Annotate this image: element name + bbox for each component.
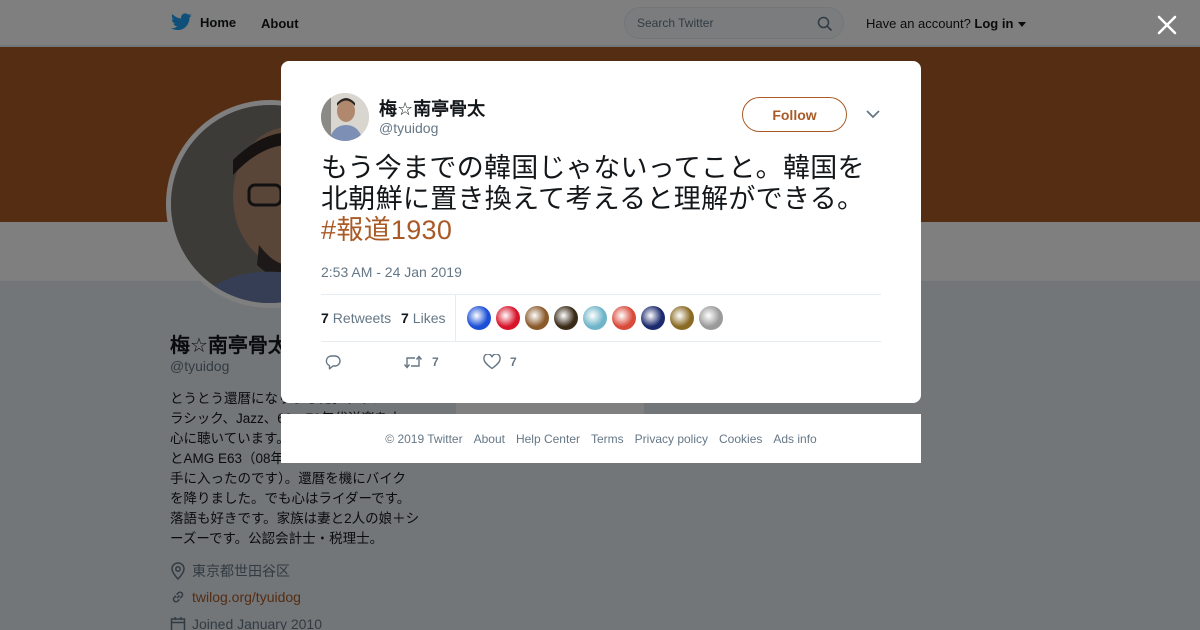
footer-link-cookies[interactable]: Cookies (719, 432, 762, 446)
tweet-author-avatar[interactable] (321, 93, 369, 141)
likes-label: Likes (412, 310, 446, 326)
like-button[interactable]: 7 (483, 354, 517, 370)
footer-link-help-center[interactable]: Help Center (516, 432, 580, 446)
liker-avatar[interactable] (670, 306, 694, 330)
retweets-label: Retweets (332, 310, 392, 326)
likes-stat[interactable]: 7 Likes (401, 310, 445, 326)
retweets-stat[interactable]: 7 Retweets (321, 310, 391, 326)
tweet-actions: 7 7 (321, 352, 621, 374)
tweet-timestamp[interactable]: 2:53 AM - 24 Jan 2019 (321, 264, 462, 280)
footer-link-ads-info[interactable]: Ads info (773, 432, 816, 446)
footer-link-terms[interactable]: Terms (591, 432, 624, 446)
footer-copyright: © 2019 Twitter (385, 431, 463, 446)
heart-icon (483, 354, 501, 370)
liker-avatar[interactable] (641, 306, 665, 330)
tweet-text: もう今までの韓国じゃないってこと。韓国を北朝鮮に置き換えて考えると理解ができる。… (321, 153, 891, 246)
tweet-stats: 7 Retweets 7 Likes (321, 294, 881, 342)
retweets-count: 7 (321, 310, 329, 326)
footer-link-privacy[interactable]: Privacy policy (635, 432, 708, 446)
footer-link-about[interactable]: About (474, 432, 505, 446)
close-icon[interactable] (1156, 14, 1178, 36)
like-action-count: 7 (510, 355, 517, 369)
tweet-modal: 梅☆南亭骨太 @tyuidog Follow もう今までの韓国じゃないってこと。… (281, 61, 921, 403)
modal-footer: © 2019 Twitter About Help Center Terms P… (281, 414, 921, 463)
liker-avatar[interactable] (496, 306, 520, 330)
tweet-author-name[interactable]: 梅☆南亭骨太 (379, 95, 485, 121)
tweet-author-handle[interactable]: @tyuidog (379, 120, 438, 136)
tweet-body: もう今までの韓国じゃないってこと。韓国を北朝鮮に置き換えて考えると理解ができる。 (321, 153, 865, 214)
liker-avatar[interactable] (554, 306, 578, 330)
tweet-hashtag-link[interactable]: #報道1930 (321, 215, 452, 245)
liker-avatar[interactable] (583, 306, 607, 330)
liker-avatar[interactable] (612, 306, 636, 330)
liker-avatar[interactable] (467, 306, 491, 330)
retweet-button[interactable]: 7 (403, 354, 439, 370)
likes-count: 7 (401, 310, 409, 326)
retweet-icon (403, 355, 423, 369)
reply-icon (325, 355, 341, 370)
retweet-action-count: 7 (432, 355, 439, 369)
reply-button[interactable] (325, 354, 350, 370)
author-photo (321, 93, 369, 141)
stats-divider (455, 295, 456, 342)
liker-avatars (467, 306, 723, 330)
liker-avatar[interactable] (699, 306, 723, 330)
liker-avatar[interactable] (525, 306, 549, 330)
chevron-down-icon[interactable] (866, 109, 880, 119)
follow-button[interactable]: Follow (742, 97, 847, 132)
